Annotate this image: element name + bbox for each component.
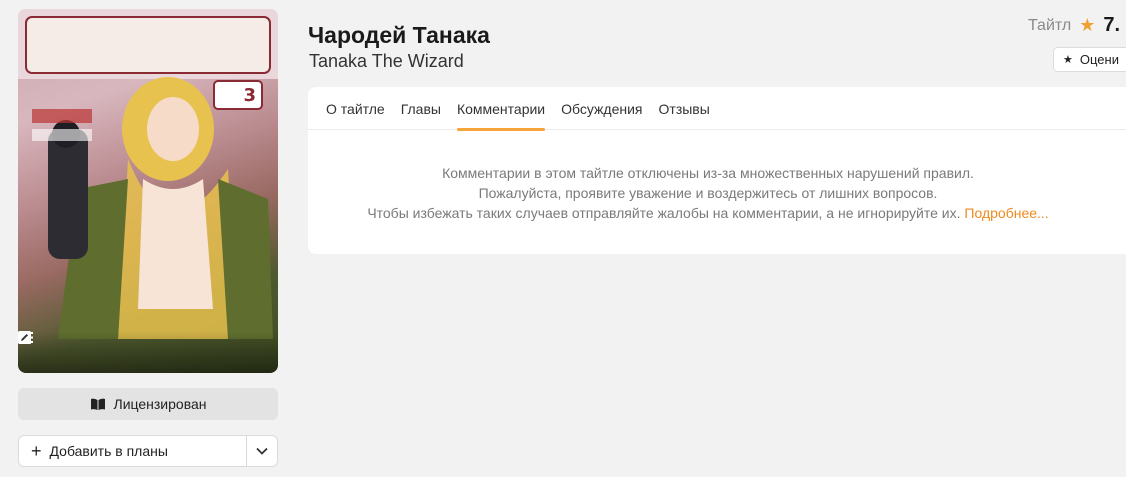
- cover-image[interactable]: 3: [18, 9, 278, 373]
- tab-bar: О тайтле Главы Комментарии Обсуждения От…: [308, 87, 1126, 131]
- notice-line-3-text: Чтобы избежать таких случаев отправляйте…: [367, 205, 961, 221]
- plus-icon: +: [31, 441, 42, 461]
- rate-label: Оцени: [1079, 52, 1119, 67]
- tab-reviews[interactable]: Отзывы: [651, 87, 718, 130]
- plans-dropdown-button[interactable]: [246, 436, 277, 466]
- tab-about[interactable]: О тайтле: [318, 87, 393, 130]
- tab-discussions-label: Обсуждения: [561, 100, 643, 117]
- add-chapter-button[interactable]: [18, 331, 199, 367]
- rate-button[interactable]: ★ Оцени: [1053, 47, 1126, 72]
- notice-line-1: Комментарии в этом тайтле отключены из-з…: [442, 165, 974, 181]
- add-to-plans-button[interactable]: + Добавить в планы: [19, 436, 246, 466]
- tab-chapters[interactable]: Главы: [393, 87, 449, 130]
- notice-line-3: Чтобы избежать таких случаев отправляйте…: [308, 203, 1108, 223]
- tab-discussions[interactable]: Обсуждения: [553, 87, 650, 130]
- edit-button[interactable]: [18, 331, 264, 367]
- rating-value: 7.: [1103, 14, 1121, 36]
- page-subtitle: Tanaka The Wizard: [309, 51, 464, 71]
- content-panel: О тайтле Главы Комментарии Обсуждения От…: [308, 87, 1126, 254]
- comments-disabled-notice: Комментарии в этом тайтле отключены из-з…: [308, 130, 1108, 223]
- chevron-down-icon: [256, 447, 268, 455]
- report-button[interactable]: [19, 332, 69, 367]
- tab-about-label: О тайтле: [326, 100, 385, 117]
- star-icon: ★: [1079, 15, 1096, 35]
- tab-comments[interactable]: Комментарии: [449, 87, 553, 131]
- cover-actions: [18, 331, 278, 373]
- tab-comments-label: Комментарии: [456, 100, 546, 117]
- type-label: Тайтл: [1028, 16, 1072, 34]
- book-icon: [90, 398, 105, 410]
- cover-illustration: 3: [18, 9, 278, 339]
- tab-chapters-label: Главы: [400, 100, 441, 117]
- type-rating: Тайтл ★ 7.: [1028, 14, 1120, 37]
- licensed-label: Лицензирован: [113, 396, 207, 412]
- left-column: 3 Лицензирован + Добавить в планы: [18, 9, 278, 467]
- edit-icon: [18, 331, 31, 344]
- add-to-plans-control: + Добавить в планы: [18, 435, 278, 467]
- chapters-list-button[interactable]: [18, 332, 134, 367]
- tab-reviews-label: Отзывы: [658, 100, 710, 117]
- volume-number: 3: [243, 85, 256, 106]
- page-title: Чародей Танака: [308, 22, 490, 48]
- star-small-icon: ★: [1063, 54, 1073, 66]
- licensed-badge[interactable]: Лицензирован: [18, 388, 278, 420]
- notice-line-2: Пожалуйста, проявите уважение и воздержи…: [478, 185, 938, 201]
- add-to-plans-label: Добавить в планы: [49, 443, 168, 459]
- more-link[interactable]: Подробнее...: [964, 205, 1048, 221]
